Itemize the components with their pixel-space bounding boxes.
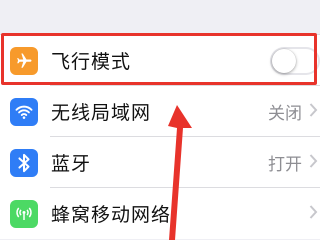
chevron-right-icon [309,153,318,172]
chevron-right-icon [309,204,318,223]
settings-row-bluetooth[interactable]: 蓝牙 打开 [0,137,320,188]
wifi-icon [10,97,38,126]
toggle-knob [272,49,296,73]
cellular-label: 蜂窝移动网络 [51,204,172,226]
wifi-label: 无线局域网 [51,102,152,124]
bluetooth-label: 蓝牙 [51,153,92,175]
settings-row-airplane-mode[interactable]: 飞行模式 [0,35,320,86]
chevron-right-icon [309,102,318,121]
airplane-icon [10,46,38,75]
cellular-icon [10,199,38,228]
settings-row-wifi[interactable]: 无线局域网 关闭 [0,86,320,137]
settings-list: 飞行模式 无线局域网 关闭 蓝牙 打开 蜂窝移动网络 [0,34,320,239]
wifi-status-value: 关闭 [268,104,302,124]
bluetooth-status-value: 打开 [268,155,302,175]
airplane-mode-label: 飞行模式 [51,51,132,73]
settings-row-cellular[interactable]: 蜂窝移动网络 [0,188,320,239]
settings-screen: 飞行模式 无线局域网 关闭 蓝牙 打开 蜂窝移动网络 [0,0,320,240]
bluetooth-icon [10,148,38,177]
top-background [0,0,320,34]
airplane-mode-toggle[interactable] [270,47,320,75]
